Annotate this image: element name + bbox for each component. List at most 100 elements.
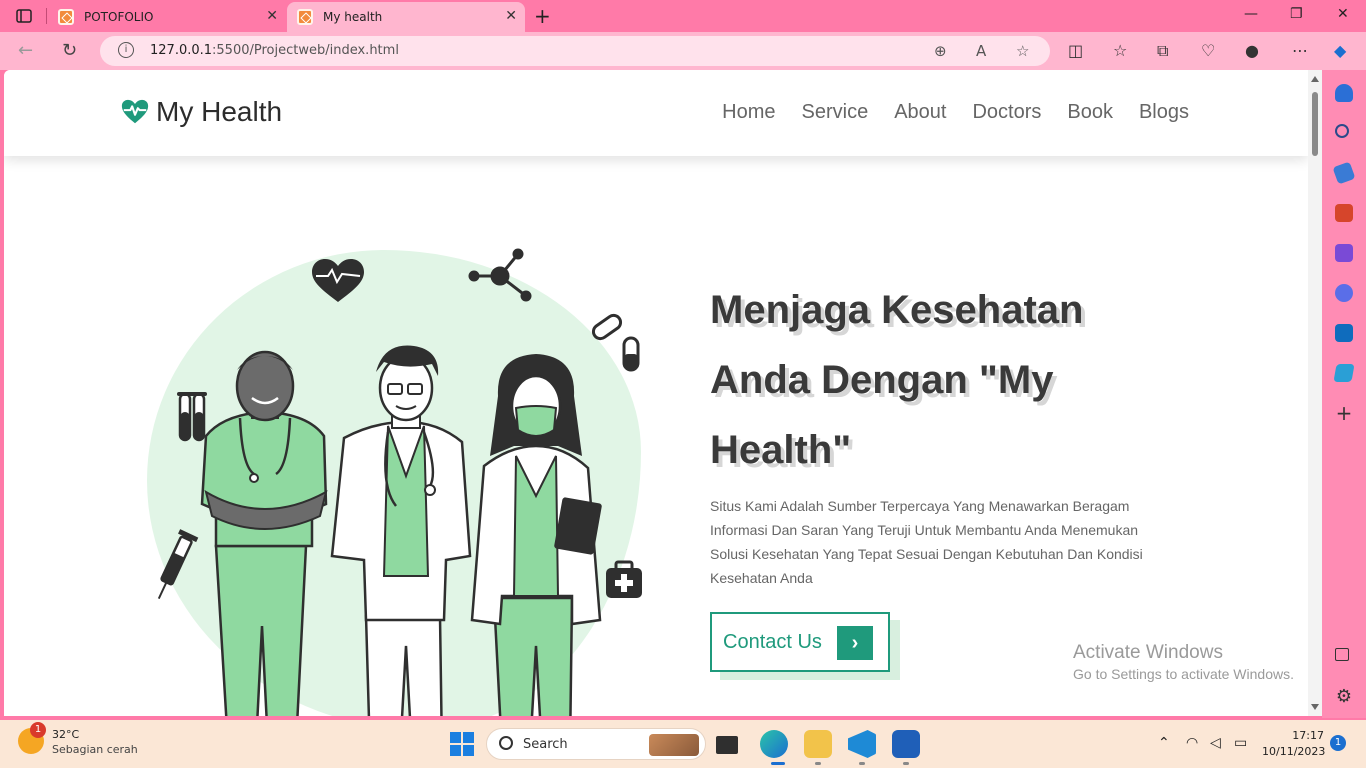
zoom-icon[interactable]: ⊕ [934,42,947,60]
xampp-favicon-icon [297,9,313,25]
refresh-icon[interactable]: ↻ [62,40,77,61]
task-view-icon[interactable] [716,736,738,754]
wifi-icon[interactable]: ◠ [1186,735,1198,751]
games-icon[interactable] [1335,244,1353,262]
split-screen-icon[interactable]: ◫ [1068,41,1083,60]
address-bar[interactable]: i 127.0.0.1:5500/Projectweb/index.html ⊕… [100,36,1050,66]
notifications-bell-icon[interactable] [1335,84,1353,102]
explorer-indicator [815,762,821,765]
weather-temp: 32°C [52,728,80,741]
favorite-star-icon[interactable]: ☆ [1016,42,1029,60]
hide-sidebar-icon[interactable] [1335,648,1349,661]
outlook-icon[interactable] [1335,324,1353,342]
word-icon[interactable] [892,730,920,758]
tab-label: POTOFOLIO [84,10,154,24]
search-icon [499,736,513,750]
site-logo[interactable]: My Health [120,96,282,128]
close-tab-icon[interactable]: ✕ [505,8,517,24]
volume-icon[interactable]: ◁ [1210,735,1221,751]
clock-time: 17:17 [1292,729,1324,742]
tab-potofolio[interactable]: POTOFOLIO ✕ [50,2,286,32]
vscode-icon[interactable] [848,730,876,758]
hero-headline: Menjaga Kesehatan Anda Dengan "My Health… [710,288,1084,472]
windows-taskbar: 1 32°C Sebagian cerah Search ⌃ ◠ ◁ ▭ 17:… [0,720,1366,768]
weather-condition: Sebagian cerah [52,743,138,756]
weather-sun-icon: 1 [18,722,46,754]
doctors-illustration [157,248,642,716]
xampp-favicon-icon [58,9,74,25]
read-aloud-icon[interactable]: A [976,42,986,60]
nav-doctors[interactable]: Doctors [972,101,1041,124]
tab-label: My health [323,10,383,24]
pills-icon [591,313,640,372]
heartbeat-logo-icon [121,99,149,124]
activate-windows-watermark: Activate Windows Go to Settings to activ… [1073,642,1294,682]
search-highlight-image [649,734,699,756]
windows-start-icon[interactable] [450,732,474,756]
site-info-icon[interactable]: i [118,42,134,58]
page-viewport: My Health Home Service About Doctors Boo… [4,70,1322,716]
more-menu-icon[interactable]: ⋯ [1292,41,1308,60]
minimize-icon[interactable]: — [1244,6,1258,22]
word-indicator [903,762,909,765]
nav-service[interactable]: Service [802,101,869,124]
search-label: Search [523,737,568,752]
back-icon[interactable]: ← [18,40,33,61]
vertical-scrollbar[interactable] [1308,70,1322,716]
profile-avatar-icon[interactable]: ● [1245,41,1259,60]
file-explorer-icon[interactable] [804,730,832,758]
telegram-icon[interactable] [1333,364,1355,382]
tab-my-health[interactable]: My health ✕ [287,2,525,32]
tab-actions-icon[interactable] [10,6,38,26]
close-window-icon[interactable]: ✕ [1337,6,1349,22]
edge-active-indicator [771,762,785,765]
hero-description: Situs Kami Adalah Sumber Terpercaya Yang… [710,498,1143,586]
heart-monitor-icon [312,259,364,302]
vscode-indicator [859,762,865,765]
browser-essentials-icon[interactable]: ♡ [1201,41,1215,60]
show-hidden-icons-icon[interactable]: ⌃ [1158,735,1170,751]
doctor-2-figure [330,345,472,716]
watermark-line-1: Activate Windows [1073,642,1223,663]
contact-us-button[interactable]: Contact Us › [710,612,890,672]
collections-icon[interactable]: ⧉ [1157,41,1168,61]
url-text: 127.0.0.1:5500/Projectweb/index.html [150,43,399,58]
brand-name: My Health [156,96,283,127]
edge-browser-icon[interactable] [760,730,788,758]
molecule-icon [468,248,532,302]
nav-book[interactable]: Book [1067,101,1113,124]
site-header: My Health Home Service About Doctors Boo… [4,70,1308,156]
contact-us-label: Contact Us [723,630,822,653]
scroll-down-icon[interactable] [1311,704,1319,710]
clock-date: 10/11/2023 [1262,745,1326,758]
tools-icon[interactable] [1335,204,1353,222]
search-icon[interactable] [1335,124,1349,138]
chevron-right-icon: › [837,626,873,660]
nav-about[interactable]: About [894,101,946,124]
nav-blogs[interactable]: Blogs [1139,101,1189,124]
browser-tab-bar: POTOFOLIO ✕ My health ✕ + — ❐ ✕ [0,0,1366,32]
settings-gear-icon[interactable]: ⚙ [1335,688,1353,706]
notification-count-badge[interactable]: 1 [1330,735,1346,751]
close-tab-icon[interactable]: ✕ [266,8,278,24]
weather-widget[interactable]: 1 32°C Sebagian cerah [18,722,138,756]
battery-icon[interactable]: ▭ [1234,735,1247,751]
shopping-tag-icon[interactable] [1332,161,1356,185]
new-tab-icon[interactable]: + [534,4,551,28]
edge-sidebar: + ⚙ [1322,70,1366,718]
taskbar-search[interactable]: Search [486,728,706,760]
nav-home[interactable]: Home [722,101,775,124]
test-tubes-icon [177,392,207,442]
system-clock[interactable]: 17:17 10/11/2023 [1262,729,1326,758]
restore-icon[interactable]: ❐ [1290,6,1303,22]
favorites-icon[interactable]: ☆ [1113,41,1127,60]
copilot-icon[interactable]: ◆ [1334,41,1346,60]
scroll-up-icon[interactable] [1311,76,1319,82]
scroll-thumb[interactable] [1312,92,1318,156]
microsoft-365-icon[interactable] [1335,284,1353,302]
add-sidebar-app-icon[interactable]: + [1335,403,1353,423]
doctor-1-figure [200,350,328,716]
main-nav: Home Service About Doctors Book Blogs [722,101,1189,124]
watermark-line-2: Go to Settings to activate Windows. [1073,666,1294,682]
browser-toolbar: ← ↻ i 127.0.0.1:5500/Projectweb/index.ht… [0,32,1366,70]
